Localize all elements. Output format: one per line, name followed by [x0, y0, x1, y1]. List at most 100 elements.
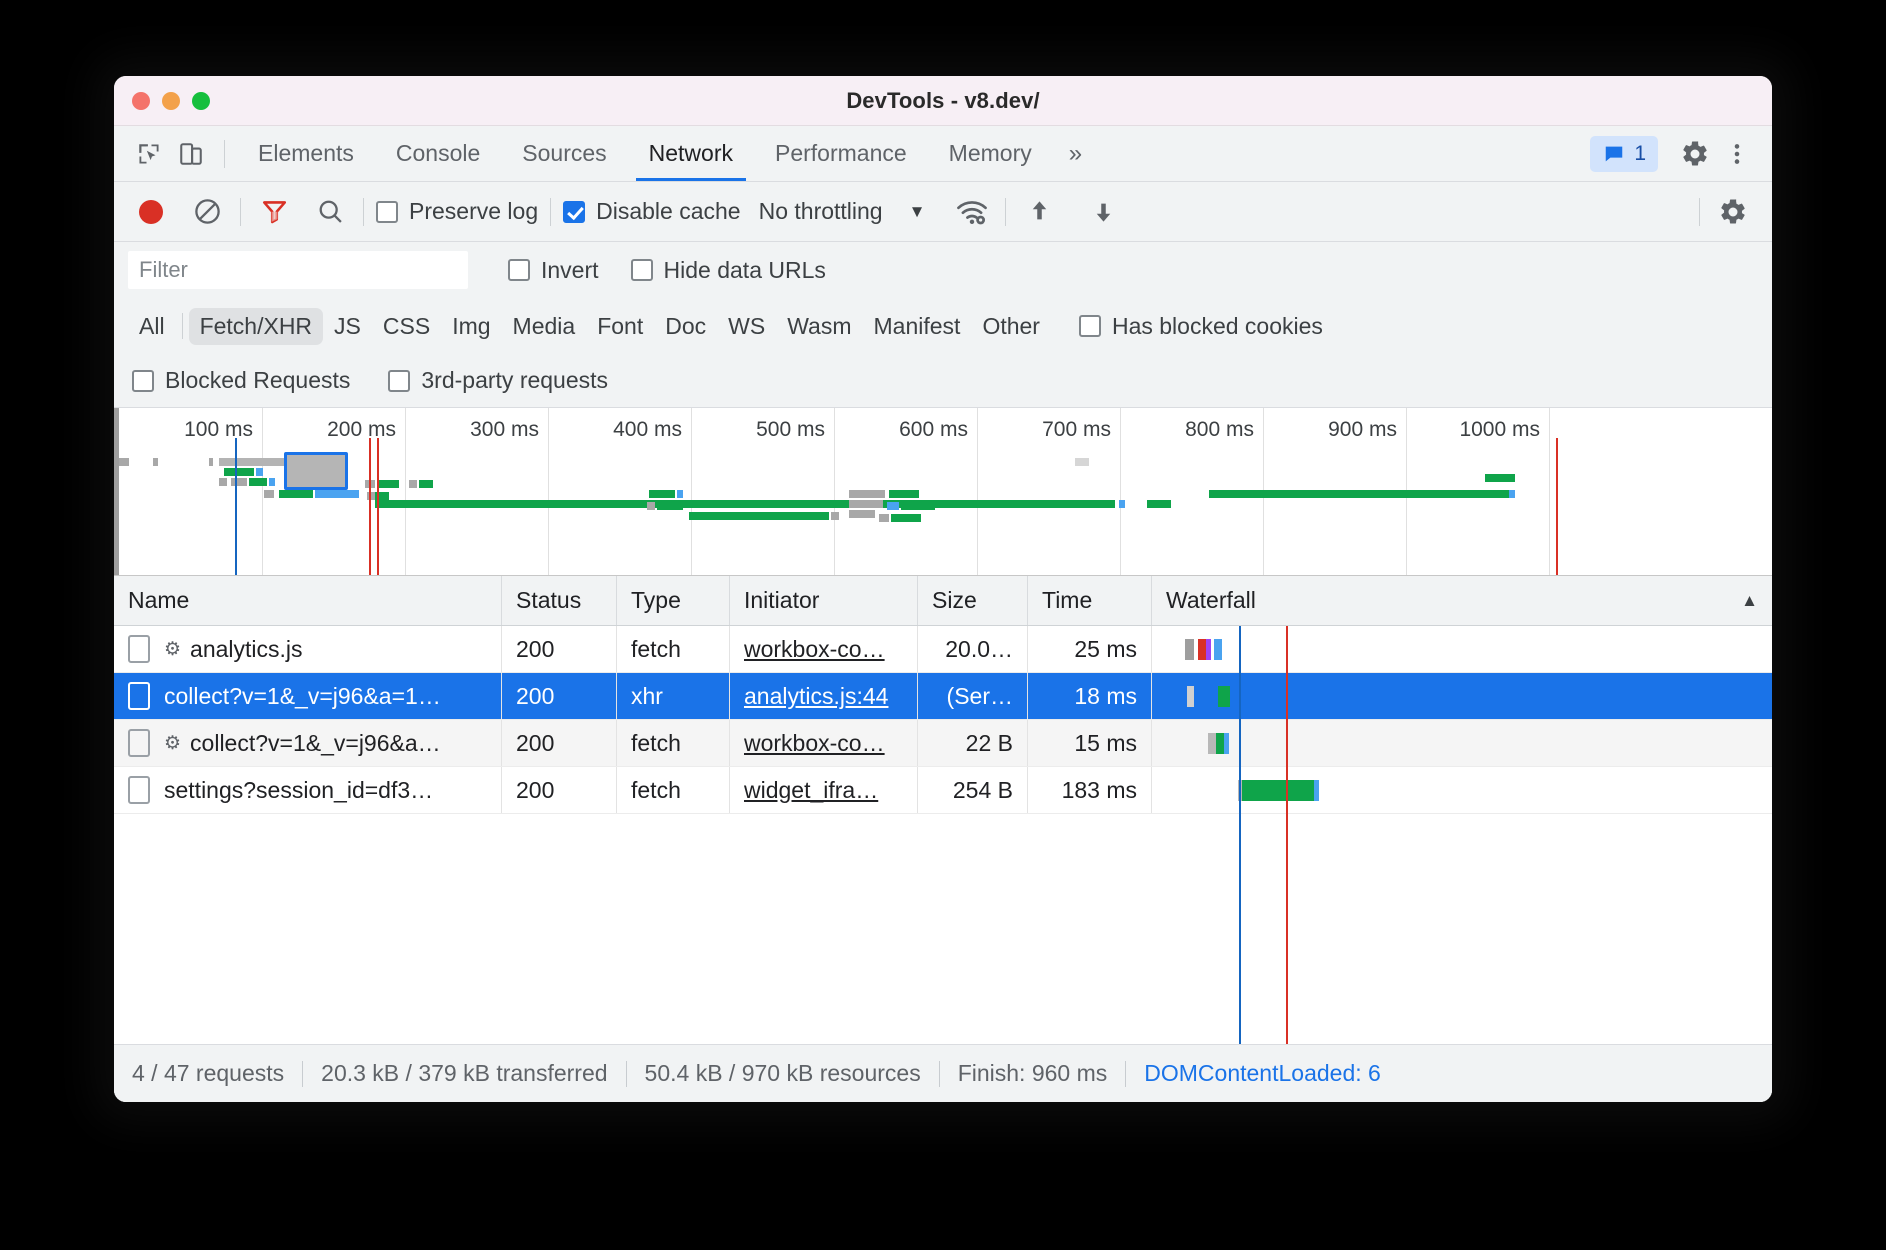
overview-tick-label: 600 ms — [899, 418, 977, 442]
search-icon[interactable] — [309, 191, 351, 233]
cell-initiator[interactable]: workbox-co… — [730, 720, 918, 766]
network-conditions-wifi-icon[interactable] — [951, 191, 993, 233]
issues-badge[interactable]: 1 — [1590, 136, 1658, 172]
type-filter-doc[interactable]: Doc — [654, 308, 717, 345]
cell-initiator[interactable]: analytics.js:44 — [730, 673, 918, 719]
table-row[interactable]: ⚙ analytics.js 200 fetch workbox-co… 20.… — [114, 626, 1772, 673]
has-blocked-cookies-label: Has blocked cookies — [1112, 313, 1323, 340]
type-filter-ws[interactable]: WS — [717, 308, 776, 345]
hide-data-urls-box[interactable] — [631, 259, 653, 281]
row-checkbox[interactable] — [128, 729, 150, 757]
overview-gridline — [834, 408, 835, 575]
cell-name[interactable]: ⚙ analytics.js — [114, 626, 502, 672]
disable-cache-box[interactable] — [563, 201, 585, 223]
type-filter-wasm[interactable]: Wasm — [776, 308, 862, 345]
network-overview-timeline[interactable]: 100 ms 200 ms 300 ms 400 ms 500 ms 600 m… — [114, 408, 1772, 576]
type-filter-other[interactable]: Other — [971, 308, 1051, 345]
inspect-element-icon[interactable] — [128, 133, 170, 175]
column-header-status[interactable]: Status — [502, 576, 617, 625]
minimize-window-button[interactable] — [162, 92, 180, 110]
throttling-select-value[interactable]: No throttling — [759, 198, 883, 225]
zoom-window-button[interactable] — [192, 92, 210, 110]
table-row[interactable]: settings?session_id=df3… 200 fetch widge… — [114, 767, 1772, 814]
preserve-log-box[interactable] — [376, 201, 398, 223]
disable-cache-checkbox[interactable]: Disable cache — [563, 198, 740, 225]
initiator-link[interactable]: workbox-co… — [744, 636, 885, 663]
device-toolbar-icon[interactable] — [170, 133, 212, 175]
gear-icon[interactable] — [1674, 133, 1716, 175]
type-filter-js[interactable]: JS — [323, 308, 372, 345]
cell-initiator[interactable]: workbox-co… — [730, 626, 918, 672]
extra-filter-row: Blocked Requests 3rd-party requests — [114, 354, 1772, 408]
service-worker-gear-icon: ⚙ — [164, 638, 181, 661]
column-header-type[interactable]: Type — [617, 576, 730, 625]
third-party-requests-box[interactable] — [388, 370, 410, 392]
overview-gridline — [977, 408, 978, 575]
type-filter-css[interactable]: CSS — [372, 308, 441, 345]
invert-box[interactable] — [508, 259, 530, 281]
overview-request-bar — [649, 490, 675, 498]
export-har-icon[interactable] — [1082, 191, 1124, 233]
invert-checkbox[interactable]: Invert — [508, 257, 599, 284]
type-filter-media[interactable]: Media — [502, 308, 587, 345]
type-filter-img[interactable]: Img — [441, 308, 501, 345]
load-event-line — [369, 438, 371, 575]
blocked-requests-box[interactable] — [132, 370, 154, 392]
blocked-requests-checkbox[interactable]: Blocked Requests — [132, 367, 350, 394]
third-party-requests-checkbox[interactable]: 3rd-party requests — [388, 367, 608, 394]
initiator-link[interactable]: workbox-co… — [744, 730, 885, 757]
panel-tabs: Elements Console Sources Network Perform… — [237, 126, 1098, 181]
tab-performance[interactable]: Performance — [754, 126, 928, 181]
overview-selection-box[interactable] — [284, 452, 348, 490]
cell-name[interactable]: collect?v=1&_v=j96&a=1… — [114, 673, 502, 719]
overview-request-bar — [689, 512, 829, 520]
initiator-link[interactable]: analytics.js:44 — [744, 683, 888, 710]
tab-elements[interactable]: Elements — [237, 126, 375, 181]
preserve-log-label: Preserve log — [409, 198, 538, 225]
table-row[interactable]: collect?v=1&_v=j96&a=1… 200 xhr analytic… — [114, 673, 1772, 720]
finish-time: Finish: 960 ms — [958, 1060, 1108, 1087]
has-blocked-cookies-box[interactable] — [1079, 315, 1101, 337]
record-button[interactable] — [130, 191, 172, 233]
filter-icon[interactable] — [253, 191, 295, 233]
row-checkbox[interactable] — [128, 635, 150, 663]
overview-request-bar — [887, 502, 899, 510]
row-checkbox[interactable] — [128, 682, 150, 710]
cell-name[interactable]: settings?session_id=df3… — [114, 767, 502, 813]
type-filter-font[interactable]: Font — [586, 308, 654, 345]
transferred-size: 20.3 kB / 379 kB transferred — [321, 1060, 607, 1087]
overview-request-bar — [1209, 490, 1509, 498]
column-header-name[interactable]: Name — [114, 576, 502, 625]
row-checkbox[interactable] — [128, 776, 150, 804]
has-blocked-cookies-checkbox[interactable]: Has blocked cookies — [1079, 313, 1323, 340]
overview-request-bar — [831, 512, 839, 520]
tab-network[interactable]: Network — [628, 126, 754, 181]
column-header-size[interactable]: Size — [918, 576, 1028, 625]
column-header-time[interactable]: Time — [1028, 576, 1152, 625]
import-har-icon[interactable] — [1018, 191, 1060, 233]
tab-console[interactable]: Console — [375, 126, 501, 181]
close-window-button[interactable] — [132, 92, 150, 110]
cell-name[interactable]: ⚙ collect?v=1&_v=j96&a… — [114, 720, 502, 766]
table-row[interactable]: ⚙ collect?v=1&_v=j96&a… 200 fetch workbo… — [114, 720, 1772, 767]
column-header-waterfall[interactable]: Waterfall ▲ — [1152, 576, 1772, 625]
clear-button[interactable] — [186, 191, 228, 233]
column-header-initiator[interactable]: Initiator — [730, 576, 918, 625]
overview-request-bar — [901, 502, 935, 510]
type-filter-manifest[interactable]: Manifest — [863, 308, 972, 345]
preserve-log-checkbox[interactable]: Preserve log — [376, 198, 538, 225]
initiator-link[interactable]: widget_ifra… — [744, 777, 878, 804]
kebab-menu-icon[interactable] — [1716, 133, 1758, 175]
type-filter-all[interactable]: All — [128, 308, 176, 345]
tab-memory[interactable]: Memory — [928, 126, 1053, 181]
network-settings-gear-icon[interactable] — [1712, 191, 1754, 233]
tab-sources[interactable]: Sources — [501, 126, 627, 181]
chevron-down-icon[interactable]: ▼ — [909, 202, 926, 222]
overview-canvas[interactable]: 100 ms 200 ms 300 ms 400 ms 500 ms 600 m… — [119, 408, 1772, 575]
cell-initiator[interactable]: widget_ifra… — [730, 767, 918, 813]
type-filter-fetch-xhr[interactable]: Fetch/XHR — [189, 308, 323, 345]
more-tabs-icon[interactable]: » — [1053, 140, 1098, 168]
network-status-bar: 4 / 47 requests 20.3 kB / 379 kB transfe… — [114, 1044, 1772, 1102]
filter-input[interactable]: Filter — [128, 251, 468, 289]
hide-data-urls-checkbox[interactable]: Hide data URLs — [631, 257, 826, 284]
